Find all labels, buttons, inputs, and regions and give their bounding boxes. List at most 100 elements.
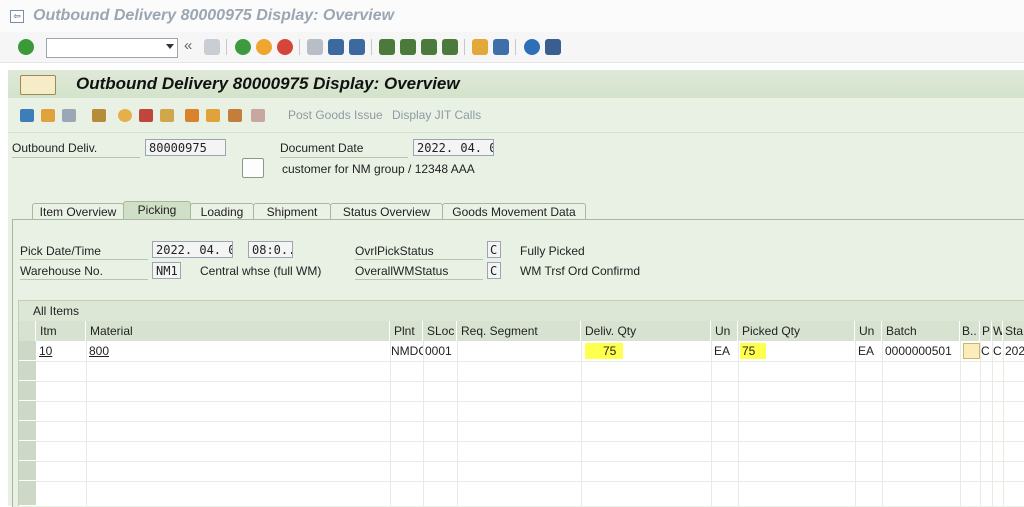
row-selector[interactable] [19,341,36,361]
document-date-label: Document Date [280,141,364,155]
previous-page-icon[interactable] [400,39,416,55]
exit-menu-icon[interactable]: ⇦ [10,10,24,23]
col-header-b[interactable]: B.. [960,321,980,341]
tab-status-overview[interactable]: Status Overview [330,203,443,220]
col-header-un[interactable]: Un [711,321,738,341]
next-page-icon[interactable] [421,39,437,55]
create-session-icon[interactable] [472,39,488,55]
cell-p: C [981,344,990,358]
col-header-sta[interactable]: Sta [1003,321,1024,341]
col-header-sloc[interactable]: SLoc [423,321,457,341]
delete-icon[interactable] [62,109,76,122]
select-all-cell[interactable] [19,321,36,341]
ovrl-pick-status-desc: Fully Picked [520,244,585,258]
tab-shipment[interactable]: Shipment [253,203,331,220]
save-icon[interactable] [204,39,220,55]
cell-un: EA [714,344,731,358]
ovrl-pick-status-label: OvrlPickStatus [355,244,434,258]
handshake-icon[interactable] [160,109,174,122]
display-jit-calls-button[interactable]: Display JIT Calls [392,108,481,122]
tab-goods-movement-data[interactable]: Goods Movement Data [442,203,586,220]
change-display-icon[interactable] [20,109,34,122]
cell-deliv-qty: 75 [585,343,623,359]
document-date-field[interactable]: 2022. 04. 05 [413,139,494,156]
cell-plnt: NMDC [391,344,423,358]
col-header-p[interactable]: P [980,321,992,341]
col-header-material[interactable]: Material [86,321,390,341]
shortcut-icon[interactable] [493,39,509,55]
find-next-icon[interactable] [349,39,365,55]
menu-icon[interactable] [20,75,56,95]
cell-sta: 202 [1005,344,1024,358]
row-selector[interactable] [19,421,36,441]
double-chevron-left-icon[interactable]: « [184,37,200,54]
layout-menu-icon[interactable] [545,39,561,55]
col-header-un-2[interactable]: Un [855,321,882,341]
app-title-bar: Outbound Delivery 80000975 Display: Over… [8,70,1024,98]
create-icon[interactable] [41,109,55,122]
chevron-down-icon[interactable] [166,44,174,49]
table-title-bar: All Items [18,300,1024,321]
cell-itm[interactable]: 10 [36,342,86,361]
cell-req-segment [457,342,581,361]
col-header-w[interactable]: W [992,321,1003,341]
command-field[interactable] [46,38,178,58]
tab-picking[interactable]: Picking [123,201,191,220]
row-selector[interactable] [19,441,36,461]
document-flow-icon[interactable] [206,109,220,122]
overall-wm-status-desc: WM Trsf Ord Confirmd [520,264,641,278]
overall-wm-status-label: OverallWMStatus [355,264,449,278]
cell-b-button[interactable] [963,343,980,359]
partner-details-icon[interactable] [242,158,264,178]
cell-sloc: 0001 [425,344,452,358]
tab-loading[interactable]: Loading [190,203,254,220]
help-icon[interactable] [524,39,540,55]
cell-w: C [993,344,1002,358]
col-header-deliv-qty[interactable]: Deliv. Qty [581,321,711,341]
post-goods-issue-button[interactable]: Post Goods Issue [288,108,383,122]
outbound-deliv-label: Outbound Deliv. [12,141,98,155]
app-toolbar: Post Goods Issue Display JIT Calls [8,98,1024,133]
cell-batch: 0000000501 [885,344,952,358]
items-table: Itm Material Plnt SLoc Req. Segment Deli… [18,321,1024,506]
tab-item-overview[interactable]: Item Overview [32,203,124,220]
pick-date-label: Pick Date/Time [20,244,101,258]
last-page-icon[interactable] [442,39,458,55]
pick-icon[interactable] [185,109,199,122]
cell-picked-qty: 75 [740,343,766,359]
pick-time-field[interactable]: 08:0.. [248,241,293,258]
row-selector[interactable] [19,361,36,381]
col-header-plnt[interactable]: Plnt [390,321,423,341]
row-selector[interactable] [19,481,36,506]
col-header-picked-qty[interactable]: Picked Qty [738,321,855,341]
pick-date-field[interactable]: 2022. 04. 05 [152,241,233,258]
exit-icon[interactable] [256,39,272,55]
enter-icon[interactable] [18,39,34,55]
warehouse-label: Warehouse No. [20,264,103,278]
overall-wm-status-field[interactable]: C [487,262,501,279]
col-header-req-segment[interactable]: Req. Segment [457,321,581,341]
window-title: Outbound Delivery 80000975 Display: Over… [33,7,395,24]
warehouse-desc: Central whse (full WM) [200,264,322,278]
header-details-icon[interactable] [92,109,106,122]
col-header-itm[interactable]: Itm [36,321,86,341]
outbound-deliv-field[interactable]: 80000975 [145,139,226,156]
warehouse-icon[interactable] [228,109,242,122]
back-icon[interactable] [235,39,251,55]
warehouse-field[interactable]: NM1 [152,262,181,279]
first-page-icon[interactable] [379,39,395,55]
grid-icon[interactable] [251,109,265,122]
customer-text: customer for NM group / 12348 AAA [282,162,475,176]
row-selector[interactable] [19,461,36,481]
row-selector[interactable] [19,401,36,421]
print-icon[interactable] [307,39,323,55]
cell-material[interactable]: 800 [86,342,390,361]
partner-icon[interactable] [118,109,132,122]
cancel-icon[interactable] [277,39,293,55]
stack-icon[interactable] [139,109,153,122]
page-title: Outbound Delivery 80000975 Display: Over… [76,74,460,93]
col-header-batch[interactable]: Batch [882,321,960,341]
find-icon[interactable] [328,39,344,55]
ovrl-pick-status-field[interactable]: C [487,241,501,258]
row-selector[interactable] [19,381,36,401]
